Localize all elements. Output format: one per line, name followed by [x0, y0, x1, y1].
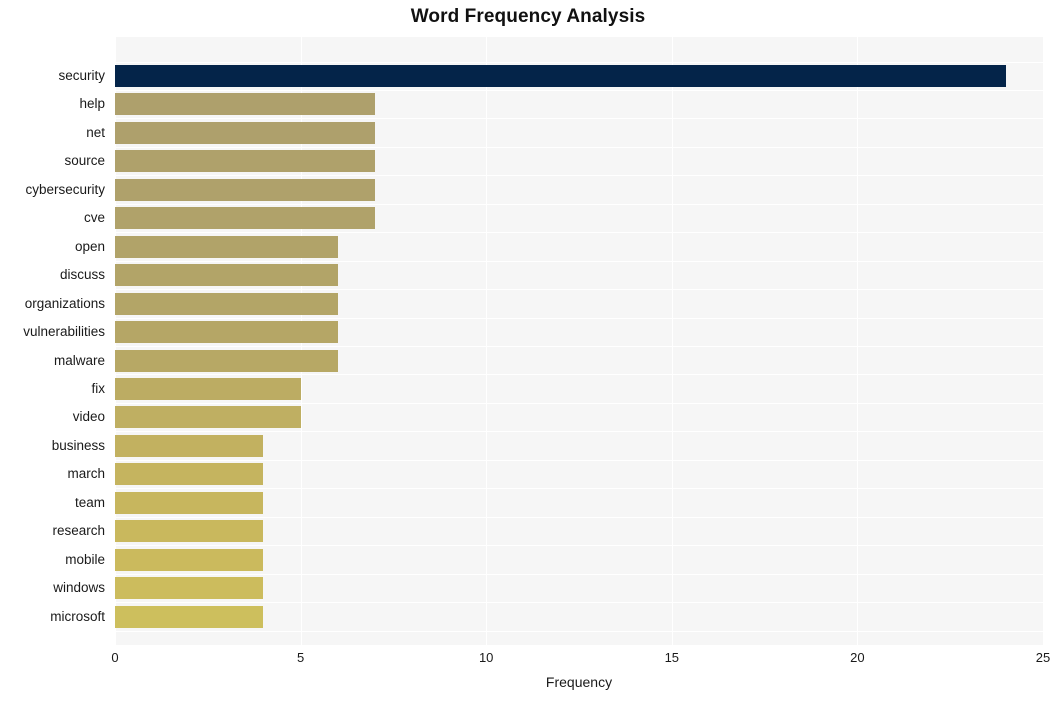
- y-axis-tick-label: source: [64, 153, 105, 169]
- y-axis-tick-label: malware: [53, 352, 105, 368]
- bar: [115, 207, 375, 230]
- y-axis-tick-label: cve: [83, 210, 105, 226]
- y-axis-tick-label: research: [52, 523, 105, 539]
- x-axis-tick-label: 15: [664, 650, 680, 665]
- y-gridline: [115, 203, 1043, 205]
- bar: [115, 463, 264, 486]
- y-gridline: [115, 346, 1043, 347]
- y-axis-tick-label: help: [79, 96, 105, 112]
- y-axis-tick-label: mobile: [65, 551, 105, 567]
- y-axis-tick-label: fix: [91, 380, 106, 396]
- y-gridline: [115, 118, 1043, 120]
- bar: [115, 121, 375, 144]
- bar: [115, 65, 1006, 87]
- x-axis-tick-label: 5: [296, 650, 305, 665]
- x-gridline: [671, 37, 673, 645]
- y-gridline: [115, 61, 1043, 63]
- y-axis-tick-label: video: [72, 409, 105, 425]
- y-axis-tick-label: cybersecurity: [25, 181, 105, 197]
- y-gridline: [115, 602, 1043, 604]
- x-gridline: [486, 37, 488, 645]
- y-axis-tick-label: vulnerabilities: [23, 324, 105, 340]
- bar: [115, 377, 301, 400]
- y-gridline: [115, 459, 1043, 461]
- y-axis-tick-label: open: [74, 238, 105, 254]
- bar: [115, 178, 375, 201]
- plot-area: [115, 37, 1043, 645]
- y-gridline: [115, 175, 1043, 177]
- bar: [115, 93, 375, 116]
- chart-title: Word Frequency Analysis: [410, 6, 646, 27]
- y-gridline: [115, 89, 1043, 91]
- bar: [115, 434, 264, 457]
- y-gridline: [115, 573, 1043, 575]
- bar: [115, 406, 301, 429]
- y-gridline: [115, 146, 1043, 148]
- bar: [115, 321, 338, 344]
- y-axis-tick-label: team: [74, 494, 105, 510]
- y-gridline: [115, 488, 1043, 490]
- x-gridline: [857, 37, 859, 645]
- y-axis-tick-label: discuss: [59, 267, 105, 283]
- bar: [115, 548, 264, 571]
- y-gridline: [115, 630, 1043, 632]
- x-axis-tick-label: 25: [1035, 650, 1051, 665]
- bar: [115, 150, 375, 173]
- y-gridline: [115, 516, 1043, 518]
- bar: [115, 520, 264, 543]
- chart-figure: Word Frequency Analysis security help net s…: [0, 0, 1056, 701]
- x-axis-label: Frequency: [545, 674, 613, 690]
- y-axis-tick-label: microsoft: [50, 608, 105, 624]
- y-axis-tick-label: windows: [53, 580, 105, 596]
- y-gridline: [115, 545, 1043, 547]
- bar: [115, 349, 338, 372]
- x-axis-tick-label: 0: [111, 650, 119, 665]
- y-axis-tick-label: business: [51, 437, 105, 453]
- x-axis-ticks: 0 5 10 15 20 25: [0, 650, 1056, 672]
- x-axis-tick-label: 20: [850, 650, 865, 665]
- bar: [115, 264, 338, 287]
- bar: [115, 235, 338, 258]
- y-axis-tick-label: security: [58, 68, 105, 83]
- y-gridline: [115, 317, 1043, 319]
- y-axis-tick-label: net: [86, 124, 105, 140]
- y-gridline: [115, 289, 1043, 291]
- x-axis-tick-label: 10: [478, 650, 494, 665]
- y-gridline: [115, 402, 1043, 404]
- bar: [115, 605, 264, 628]
- bar: [115, 491, 264, 514]
- y-gridline: [115, 260, 1043, 262]
- bar: [115, 292, 338, 315]
- y-gridline: [115, 374, 1043, 376]
- y-axis-tick-label: organizations: [24, 295, 105, 311]
- y-gridline: [115, 431, 1043, 433]
- bar: [115, 577, 264, 600]
- y-axis-labels: security help net source cybersecurity cve ope…: [0, 37, 110, 645]
- y-gridline: [115, 232, 1043, 234]
- y-axis-tick-label: march: [67, 466, 105, 482]
